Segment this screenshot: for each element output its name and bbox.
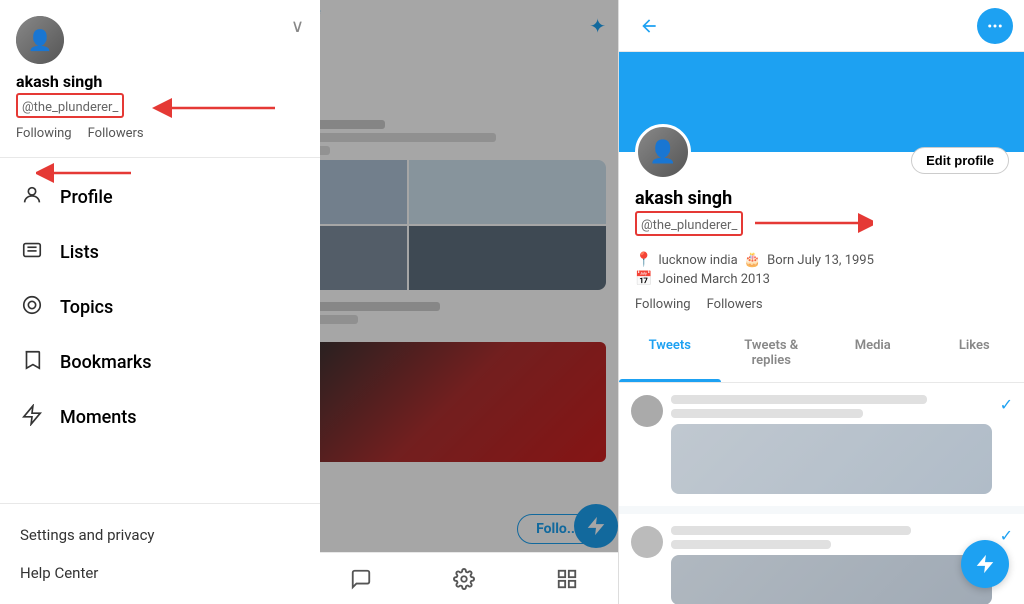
left-panel: 👤 You	[0, 0, 618, 604]
profile-stats: Following Followers	[635, 297, 1009, 312]
annotation-arrow-handle	[150, 96, 280, 120]
cake-icon: 🎂	[744, 252, 761, 268]
drawer-avatar: 👤	[16, 16, 64, 64]
profile-meta: 📍 lucknow india 🎂 Born July 13, 1995 📅 J…	[635, 252, 1009, 287]
drawer-menu-items: Profile Lists Topics Bookm	[0, 162, 320, 499]
drawer-text-items: Settings and privacy Help Center	[0, 508, 320, 604]
drawer-header: 👤 akash singh @the_plunderer_ Following …	[0, 0, 320, 153]
chevron-down-icon[interactable]: ∨	[291, 16, 304, 37]
tweet-avatar	[631, 395, 663, 427]
profile-handle: @the_plunderer_	[641, 218, 737, 233]
drawer-following-stat[interactable]: Following	[16, 126, 72, 141]
nav-qr[interactable]	[556, 568, 578, 590]
tweet-content	[671, 395, 992, 494]
topics-icon	[20, 294, 44, 321]
profile-label: Profile	[60, 187, 113, 208]
profile-avatar: 👤	[635, 124, 691, 180]
profile-handle-box: @the_plunderer_	[635, 211, 743, 236]
profile-banner: 👤 Edit profile	[619, 52, 1024, 152]
person-icon	[20, 184, 44, 211]
profile-following-stat[interactable]: Following	[635, 297, 691, 312]
drawer-handle-box: @the_plunderer_	[16, 93, 124, 118]
tab-likes[interactable]: Likes	[924, 324, 1024, 382]
lists-icon	[20, 239, 44, 266]
tab-tweets-replies[interactable]: Tweets & replies	[721, 324, 823, 382]
tab-media[interactable]: Media	[822, 324, 924, 382]
profile-born: Born July 13, 1995	[767, 253, 874, 268]
more-options-button[interactable]	[977, 8, 1013, 44]
annotation-arrow-profile	[36, 162, 136, 184]
tweet-check-icon: ✓	[1000, 395, 1013, 494]
help-center-item[interactable]: Help Center	[20, 554, 300, 592]
back-button[interactable]	[631, 8, 667, 44]
drawer-stats: Following Followers	[16, 126, 304, 141]
annotation-arrow-profile-handle	[753, 213, 873, 233]
drawer-item-lists[interactable]: Lists	[0, 225, 320, 280]
bookmarks-icon	[20, 349, 44, 376]
drawer-item-bookmarks[interactable]: Bookmarks	[0, 335, 320, 390]
profile-joined: Joined March 2013	[658, 272, 770, 287]
location-icon: 📍	[635, 252, 652, 268]
drawer-menu: 👤 akash singh @the_plunderer_ Following …	[0, 0, 320, 604]
tab-tweets[interactable]: Tweets	[619, 324, 721, 382]
lists-label: Lists	[60, 242, 99, 263]
profile-name: akash singh	[635, 188, 1009, 209]
drawer-item-moments[interactable]: Moments	[0, 390, 320, 445]
settings-privacy-item[interactable]: Settings and privacy	[20, 516, 300, 554]
drawer-followers-stat[interactable]: Followers	[88, 126, 144, 141]
tweet-content	[671, 526, 992, 604]
profile-joined-row: 📅 Joined March 2013	[635, 271, 1009, 287]
compose-fab-right[interactable]	[961, 540, 1009, 588]
drawer-divider	[0, 157, 320, 158]
drawer-user-handle: @the_plunderer_	[22, 100, 118, 115]
profile-location: lucknow india	[658, 253, 737, 268]
edit-profile-button[interactable]: Edit profile	[911, 147, 1009, 174]
profile-avatar-wrapper: 👤	[635, 124, 691, 180]
right-topbar	[619, 0, 1024, 52]
moments-label: Moments	[60, 407, 137, 428]
topics-label: Topics	[60, 297, 113, 318]
profile-tabs: Tweets Tweets & replies Media Likes	[619, 324, 1024, 383]
profile-location-row: 📍 lucknow india 🎂 Born July 13, 1995	[635, 252, 1009, 268]
tweet-avatar	[631, 526, 663, 558]
calendar-icon: 📅	[635, 271, 652, 287]
nav-messages[interactable]	[350, 568, 372, 590]
profile-followers-stat[interactable]: Followers	[707, 297, 763, 312]
drawer-user-name: akash singh	[16, 72, 304, 91]
tweet-row: ✓	[619, 383, 1024, 506]
drawer-divider-2	[0, 503, 320, 504]
drawer-item-topics[interactable]: Topics	[0, 280, 320, 335]
nav-settings[interactable]	[453, 568, 475, 590]
moments-icon	[20, 404, 44, 431]
bookmarks-label: Bookmarks	[60, 352, 152, 373]
right-panel: 👤 Edit profile akash singh @the_plundere…	[619, 0, 1024, 604]
